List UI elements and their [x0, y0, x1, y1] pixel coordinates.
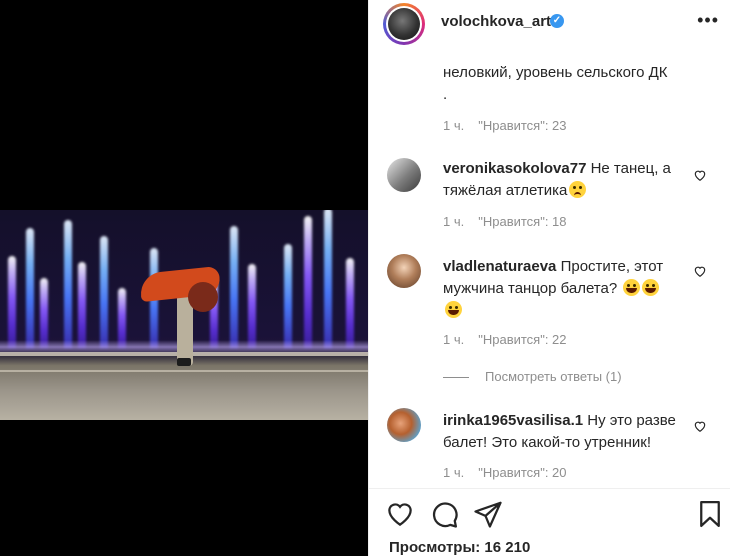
heart-icon[interactable] [693, 168, 707, 182]
comment-username[interactable]: vladlenaturaeva [443, 258, 556, 275]
comment-text: vladlenaturaeva Простите, этот мужчина т… [443, 256, 683, 322]
comments-list[interactable]: неловкий, уровень сельского ДК . 1 ч. "Нр… [369, 48, 730, 488]
comment-avatar[interactable] [387, 408, 421, 442]
comment-username[interactable]: irinka1965vasilisa.1 [443, 412, 583, 429]
post-actions-bar: Просмотры: 16 210 [369, 488, 730, 556]
paper-plane-icon[interactable] [473, 499, 503, 529]
view-replies-button[interactable]: Посмотреть ответы (1) [443, 369, 622, 384]
verified-badge-icon: ✓ [550, 14, 564, 28]
laughing-tears-emoji [623, 279, 641, 296]
comment-meta: 1 ч. "Нравится": 18 [443, 214, 567, 229]
comment-text: неловкий, уровень сельского ДК . [443, 64, 668, 103]
laughing-tears-emoji [445, 301, 462, 318]
comment-username[interactable]: veronikasokolova77 [443, 160, 586, 177]
post-side-panel: volochkova_art ✓ ••• неловкий, уровень с… [368, 0, 730, 556]
post-media[interactable] [0, 0, 368, 556]
views-count: Просмотры: 16 210 [389, 539, 531, 556]
heart-icon[interactable] [693, 264, 707, 278]
comment-icon[interactable] [429, 499, 459, 529]
sad-face-emoji [569, 181, 587, 198]
more-dots-icon[interactable]: ••• [697, 10, 719, 31]
comment-meta: 1 ч. "Нравится": 20 [443, 465, 567, 480]
laughing-tears-emoji [642, 279, 660, 296]
heart-icon[interactable] [385, 499, 415, 529]
comment-text: irinka1965vasilisa.1 Ну это разве балет!… [443, 412, 676, 451]
author-avatar[interactable] [383, 3, 425, 45]
video-frame [0, 210, 368, 420]
comment-avatar[interactable] [387, 158, 421, 192]
comment-likes[interactable]: "Нравится": 23 [478, 118, 566, 133]
comment-avatar[interactable] [387, 254, 421, 288]
post-header: volochkova_art ✓ ••• [369, 0, 730, 48]
comment-time[interactable]: 1 ч. [443, 118, 464, 133]
bookmark-icon[interactable] [695, 499, 725, 529]
author-username[interactable]: volochkova_art [441, 13, 551, 30]
heart-icon[interactable] [693, 419, 707, 433]
comment-meta: 1 ч. "Нравится": 23 [443, 118, 567, 133]
comment-meta: 1 ч. "Нравится": 22 [443, 332, 567, 347]
comment-text: veronikasokolova77 Не танец, а тяжёлая а… [443, 160, 671, 199]
